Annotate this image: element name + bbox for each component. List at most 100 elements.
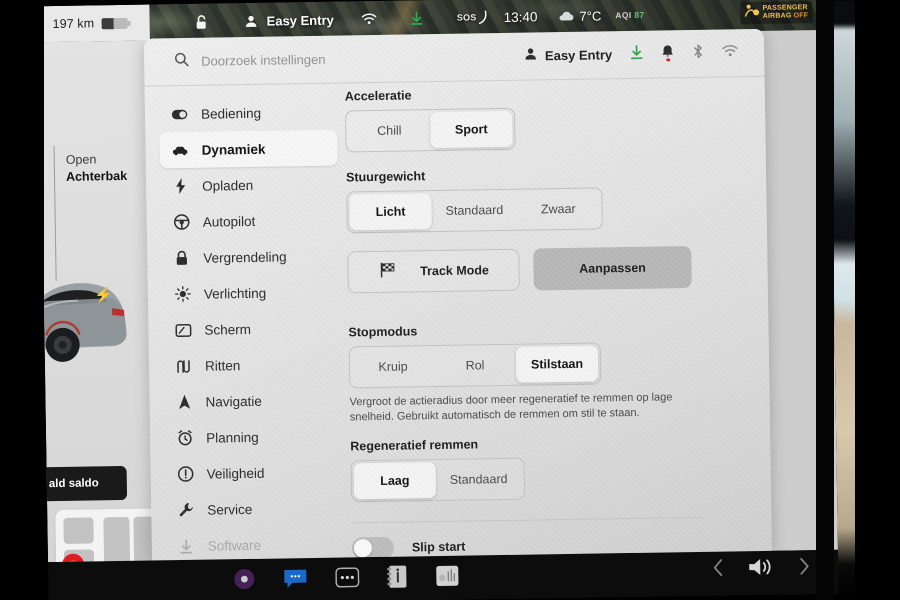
regen-braking-segmented-control: Laag Standaard bbox=[350, 457, 525, 503]
settings-sheet: Doorzoek instellingen Easy Entry Bedieni… bbox=[143, 28, 773, 563]
sidebar-label: Bediening bbox=[200, 105, 262, 122]
aqi-label: AQI bbox=[615, 9, 632, 21]
regen-option-standaard[interactable]: Standaard bbox=[436, 461, 522, 498]
lock-open-icon[interactable] bbox=[195, 14, 208, 29]
balance-tooltip: ald saldo bbox=[39, 465, 128, 502]
sidebar-item-service[interactable]: Service bbox=[165, 490, 344, 529]
lock-icon bbox=[173, 250, 190, 266]
sidebar-item-scherm[interactable]: Scherm bbox=[162, 310, 341, 349]
chevron-right-icon[interactable] bbox=[798, 557, 810, 580]
driver-profile-name[interactable]: Easy Entry bbox=[266, 12, 333, 28]
media-icon[interactable] bbox=[233, 567, 255, 594]
tooltip-text: ald saldo bbox=[48, 477, 99, 491]
dynamics-settings-pane: Acceleratie Chill Sport Stuurgewicht Lic… bbox=[345, 83, 752, 560]
volume-icon[interactable] bbox=[746, 555, 776, 584]
regen-option-laag[interactable]: Laag bbox=[353, 462, 437, 500]
sidebar-label: Verlichting bbox=[203, 285, 267, 302]
sos-label[interactable]: SOS bbox=[457, 12, 477, 22]
passenger-airbag-icon bbox=[744, 4, 760, 22]
vehicle-left-panel: Open Achterbak ⚡ ald saldo bbox=[39, 40, 175, 586]
sidebar-label: Vergrendeling bbox=[203, 248, 287, 266]
sidebar-label: Navigatie bbox=[205, 393, 262, 410]
track-mode-button[interactable]: Track Mode bbox=[347, 248, 520, 294]
bluetooth-icon[interactable] bbox=[692, 43, 704, 63]
open-trunk-action[interactable]: Open Achterbak bbox=[66, 151, 128, 186]
sidebar-item-autopilot[interactable]: Autopilot bbox=[160, 202, 339, 241]
person-icon[interactable] bbox=[244, 14, 257, 27]
stop-mode-segmented-control: Kruip Rol Stilstaan bbox=[348, 342, 602, 389]
tuner-icon[interactable] bbox=[435, 564, 459, 591]
sos-curve-icon bbox=[479, 10, 488, 25]
download-icon bbox=[178, 538, 195, 553]
sidebar-item-opladen[interactable]: Opladen bbox=[160, 166, 339, 205]
toggle-knob bbox=[353, 539, 373, 558]
download-arrow-icon[interactable] bbox=[411, 11, 423, 25]
steering-icon bbox=[173, 214, 190, 230]
dock-right-controls bbox=[712, 554, 810, 585]
sidebar-item-ritten[interactable]: Ritten bbox=[163, 346, 342, 385]
sidebar-label: Scherm bbox=[204, 321, 252, 338]
person-icon bbox=[524, 47, 537, 65]
sidebar-item-veiligheid[interactable]: Veiligheid bbox=[164, 454, 343, 493]
sidebar-item-planning[interactable]: Planning bbox=[164, 418, 343, 457]
range-indicator: 197 km bbox=[39, 4, 150, 43]
info-card-icon[interactable] bbox=[387, 564, 407, 593]
track-mode-row: Track Mode Aanpassen bbox=[347, 245, 748, 294]
charge-bolt-icon: ⚡ bbox=[93, 287, 113, 305]
settings-profile[interactable]: Easy Entry bbox=[524, 46, 612, 65]
stop-mode-option-rol[interactable]: Rol bbox=[434, 347, 517, 384]
bell-icon[interactable] bbox=[661, 44, 674, 64]
screen-bezel-left bbox=[0, 0, 44, 600]
acceleration-segmented-control: Chill Sport bbox=[345, 107, 516, 153]
sidebar-item-dynamiek[interactable]: Dynamiek bbox=[159, 129, 338, 169]
passenger-airbag-indicator: PASSENGER AIRBAG OFF bbox=[740, 1, 813, 25]
more-dots-icon[interactable] bbox=[335, 566, 360, 592]
sidebar-item-vergrendeling[interactable]: Vergrendeling bbox=[161, 238, 340, 277]
settings-search[interactable]: Doorzoek instellingen bbox=[144, 46, 524, 72]
acceleration-option-chill[interactable]: Chill bbox=[348, 112, 431, 149]
airbag-state: OFF bbox=[793, 12, 809, 20]
bolt-icon bbox=[172, 178, 189, 195]
sidebar-label: Service bbox=[207, 501, 253, 518]
sidebar-label: Software bbox=[207, 537, 262, 554]
seat-front-left[interactable] bbox=[63, 517, 94, 544]
wrench-icon bbox=[177, 502, 194, 518]
background-dark-edge bbox=[855, 0, 900, 600]
messages-icon[interactable] bbox=[283, 567, 307, 594]
settings-profile-name: Easy Entry bbox=[544, 47, 613, 64]
chevron-left-icon[interactable] bbox=[712, 559, 724, 582]
stop-mode-option-kruip[interactable]: Kruip bbox=[352, 348, 435, 385]
steering-weight-segmented-control: Licht Standaard Zwaar bbox=[346, 187, 603, 234]
steering-option-standaard[interactable]: Standaard bbox=[431, 192, 517, 229]
range-value: 197 km bbox=[52, 16, 95, 32]
steering-option-zwaar[interactable]: Zwaar bbox=[517, 190, 600, 227]
settings-header-icons: Easy Entry bbox=[524, 42, 764, 66]
settings-nav: Bediening Dynamiek Opladen Autopilot Ver… bbox=[159, 94, 344, 563]
route-icon bbox=[175, 358, 192, 373]
navigation-icon bbox=[175, 394, 192, 410]
track-mode-label: Track Mode bbox=[420, 263, 490, 279]
wifi-icon[interactable] bbox=[361, 13, 377, 25]
toggle-icon bbox=[171, 108, 188, 119]
stop-mode-option-stilstaan[interactable]: Stilstaan bbox=[515, 345, 599, 383]
track-mode-adjust-button[interactable]: Aanpassen bbox=[533, 246, 692, 291]
passenger-airbag-text: PASSENGER AIRBAG OFF bbox=[762, 4, 808, 21]
sidebar-item-verlichting[interactable]: Verlichting bbox=[162, 274, 341, 313]
tesla-model-3-rear-image[interactable]: ⚡ bbox=[39, 255, 157, 377]
checkered-flag-icon bbox=[378, 261, 396, 282]
wifi-icon[interactable] bbox=[722, 44, 738, 62]
download-arrow-icon[interactable] bbox=[630, 44, 643, 64]
brightness-icon bbox=[174, 286, 191, 302]
info-icon bbox=[177, 466, 194, 482]
aqi-value: 87 bbox=[634, 9, 645, 20]
acceleration-option-sport[interactable]: Sport bbox=[430, 110, 513, 149]
screenshot-root: 197 km Easy Entry SOS 13:40 7°C AQI 87 P… bbox=[0, 0, 900, 600]
sidebar-item-navigatie[interactable]: Navigatie bbox=[163, 382, 342, 421]
sidebar-label: Planning bbox=[206, 429, 259, 446]
search-input[interactable]: Doorzoek instellingen bbox=[201, 52, 326, 69]
sidebar-label: Opladen bbox=[202, 177, 254, 194]
steering-option-licht[interactable]: Licht bbox=[349, 193, 432, 231]
screen-bezel-right bbox=[816, 0, 834, 600]
sidebar-item-bediening[interactable]: Bediening bbox=[159, 94, 338, 133]
notification-dot bbox=[666, 57, 670, 62]
